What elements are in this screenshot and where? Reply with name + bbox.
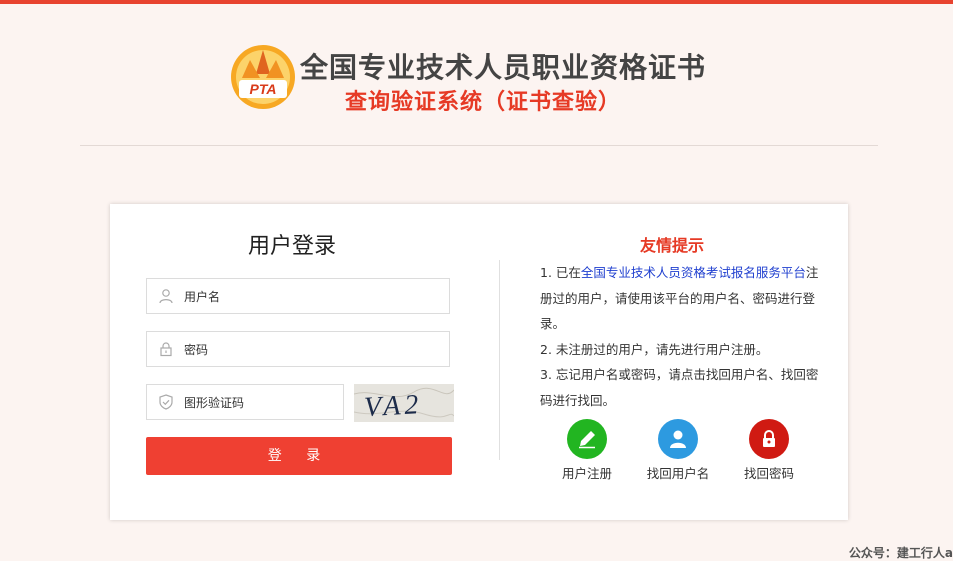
tip-1-prefix: 1. 已在 (540, 265, 581, 280)
password-field[interactable]: 密码 (146, 331, 450, 367)
username-field[interactable]: 用户名 (146, 278, 450, 314)
retrieve-password-label: 找回密码 (743, 466, 794, 481)
exam-platform-link[interactable]: 全国专业技术人员资格考试报名服务平台 (581, 265, 806, 280)
captcha-graphic: VA2 (354, 384, 454, 422)
user-icon (658, 419, 698, 459)
tip-3: 3. 忘记用户名或密码，请点击找回用户名、找回密码进行找回。 (540, 367, 819, 408)
captcha-text: VA2 (363, 389, 423, 422)
top-accent-bar (0, 0, 953, 4)
register-action[interactable]: 用户注册 (547, 419, 627, 482)
tip-2: 2. 未注册过的用户，请先进行用户注册。 (540, 341, 769, 357)
captcha-image[interactable]: VA2 (354, 384, 454, 422)
vertical-separator (499, 260, 500, 460)
captcha-placeholder: 图形验证码 (184, 396, 245, 410)
pencil-icon (567, 419, 607, 459)
header-divider (80, 145, 878, 146)
register-label: 用户注册 (561, 466, 612, 481)
retrieve-password-action[interactable]: 找回密码 (729, 419, 809, 482)
footer-watermark: 公众号：建工行人a (848, 546, 953, 560)
tips-title: 友情提示 (640, 236, 705, 255)
username-placeholder: 用户名 (184, 290, 221, 304)
lock-icon (749, 419, 789, 459)
logo-text: PTA (250, 81, 277, 97)
login-card: 用户登录 用户名 密码 图形验证码 VA2 登 录 友情提示 1. 已在全国专业… (110, 204, 848, 520)
login-title: 用户登录 (248, 234, 337, 259)
page-title: 全国专业技术人员职业资格证书 (300, 51, 707, 84)
tips-content: 1. 已在全国专业技术人员资格考试报名服务平台注册过的用户，请使用该平台的用户名… (540, 260, 830, 413)
site-header: PTA 全国专业技术人员职业资格证书 查询验证系统（证书查验） (230, 40, 790, 120)
login-button[interactable]: 登 录 (146, 437, 452, 475)
lock-icon (160, 342, 172, 357)
user-icon (159, 289, 173, 304)
shield-icon (159, 394, 173, 410)
password-placeholder: 密码 (184, 343, 209, 357)
pta-logo: PTA (231, 45, 295, 109)
tip-1: 1. 已在全国专业技术人员资格考试报名服务平台注册过的用户，请使用该平台的用户名… (540, 260, 830, 337)
retrieve-username-action[interactable]: 找回用户名 (638, 419, 718, 482)
captcha-field[interactable]: 图形验证码 (146, 384, 344, 420)
page-subtitle: 查询验证系统（证书查验） (345, 90, 622, 115)
retrieve-username-label: 找回用户名 (646, 466, 710, 481)
